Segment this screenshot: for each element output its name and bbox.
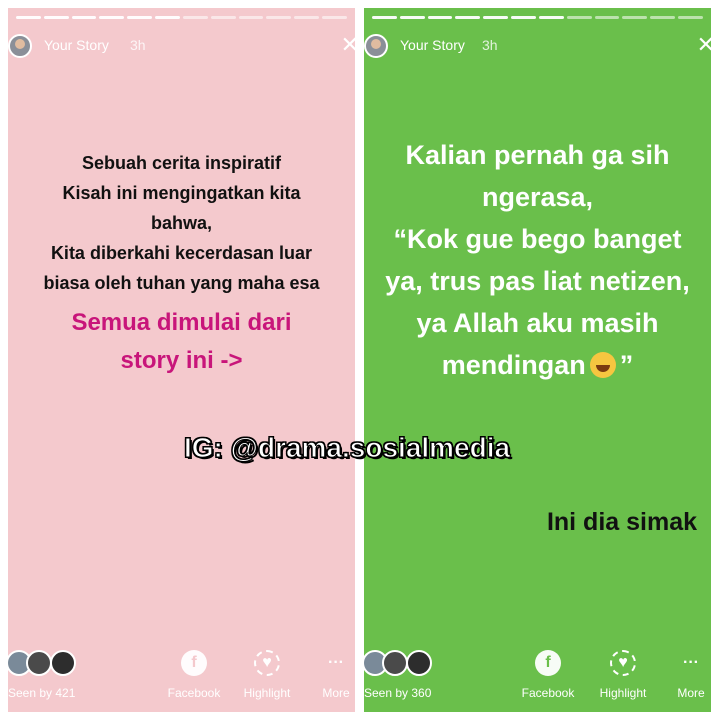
close-icon[interactable]: ✕ — [697, 32, 711, 58]
more-button[interactable]: ··· More — [306, 650, 355, 700]
viewer-avatar — [406, 650, 432, 676]
instagram-watermark: IG: @drama.sosialmedia — [183, 432, 511, 464]
more-button[interactable]: ··· More — [661, 650, 711, 700]
story-text-accent: Semua dimulai dari story ini -> — [8, 304, 355, 380]
facebook-button[interactable]: f Facebook — [164, 650, 224, 700]
story-username[interactable]: Your Story — [44, 37, 109, 53]
story-footer: Seen by 360 f Facebook ♥ Highlight ··· M… — [364, 622, 711, 712]
facebook-icon: f — [535, 650, 561, 676]
close-icon[interactable]: ✕ — [341, 32, 355, 58]
seen-by-count[interactable]: Seen by 360 — [364, 686, 431, 700]
story-text-line: ya, trus pas liat netizen, — [385, 266, 690, 296]
more-label: More — [677, 686, 705, 700]
add-story-icon[interactable]: + — [25, 53, 30, 56]
story-text-line: ya Allah aku masih — [416, 308, 659, 338]
story-progress-bar — [372, 16, 703, 19]
viewer-avatar — [50, 650, 76, 676]
add-story-icon[interactable]: + — [381, 53, 386, 56]
more-dots-icon: ··· — [328, 654, 344, 671]
viewer-avatar — [382, 650, 408, 676]
facebook-label: Facebook — [167, 686, 221, 700]
story-text-main: Sebuah cerita inspiratif Kisah ini mengi… — [8, 148, 355, 298]
story-text-line: “Kok gue bego banget — [393, 224, 682, 254]
story-text-main: Kalian pernah ga sih ngerasa, “Kok gue b… — [364, 134, 711, 386]
facebook-icon: f — [181, 650, 207, 676]
story-header: + Your Story 3h ✕ — [8, 30, 355, 60]
highlight-button[interactable]: ♥ Highlight — [237, 650, 297, 700]
story-text-line: bahwa, — [150, 213, 212, 233]
viewer-avatar — [26, 650, 52, 676]
story-accent-line: story ini -> — [120, 347, 243, 374]
story-panel-right: + Your Story 3h ✕ Kalian pernah ga sih n… — [364, 8, 711, 712]
story-text-line: ngerasa, — [481, 182, 594, 212]
highlight-label: Highlight — [243, 686, 291, 700]
story-text-cta: Ini dia simak — [546, 508, 697, 536]
heart-highlight-icon: ♥ — [610, 650, 636, 676]
story-footer: Seen by 421 f Facebook ♥ Highlight ··· M… — [8, 622, 355, 712]
story-timestamp: 3h — [482, 37, 498, 53]
facebook-label: Facebook — [521, 686, 575, 700]
avatar[interactable]: + — [8, 34, 32, 58]
highlight-button[interactable]: ♥ Highlight — [593, 650, 653, 700]
story-text-line: Kita diberkahi kecerdasan luar — [50, 243, 313, 263]
tears-of-joy-emoji — [589, 352, 616, 378]
avatar[interactable]: + — [364, 34, 388, 58]
story-header: + Your Story 3h ✕ — [364, 30, 711, 60]
facebook-button[interactable]: f Facebook — [518, 650, 578, 700]
more-label: More — [322, 686, 350, 700]
more-dots-icon: ··· — [683, 654, 699, 671]
story-text-line: Sebuah cerita inspiratif — [81, 153, 282, 173]
heart-highlight-icon: ♥ — [254, 650, 280, 676]
story-text-line: Kisah ini mengingatkan kita — [62, 183, 301, 203]
story-progress-bar — [16, 16, 347, 19]
viewer-avatars[interactable] — [8, 650, 86, 680]
seen-by-count[interactable]: Seen by 421 — [8, 686, 75, 700]
story-accent-line: Semua dimulai dari — [71, 309, 292, 336]
story-text-line: mendingan” — [441, 350, 634, 380]
story-username[interactable]: Your Story — [400, 37, 465, 53]
story-timestamp: 3h — [130, 37, 146, 53]
story-text-line: biasa oleh tuhan yang maha esa — [43, 273, 320, 293]
story-text-line: Kalian pernah ga sih — [405, 140, 670, 170]
highlight-label: Highlight — [599, 686, 647, 700]
viewer-avatars[interactable] — [364, 650, 442, 680]
story-panel-left: + Your Story 3h ✕ Sebuah cerita inspirat… — [8, 8, 355, 712]
